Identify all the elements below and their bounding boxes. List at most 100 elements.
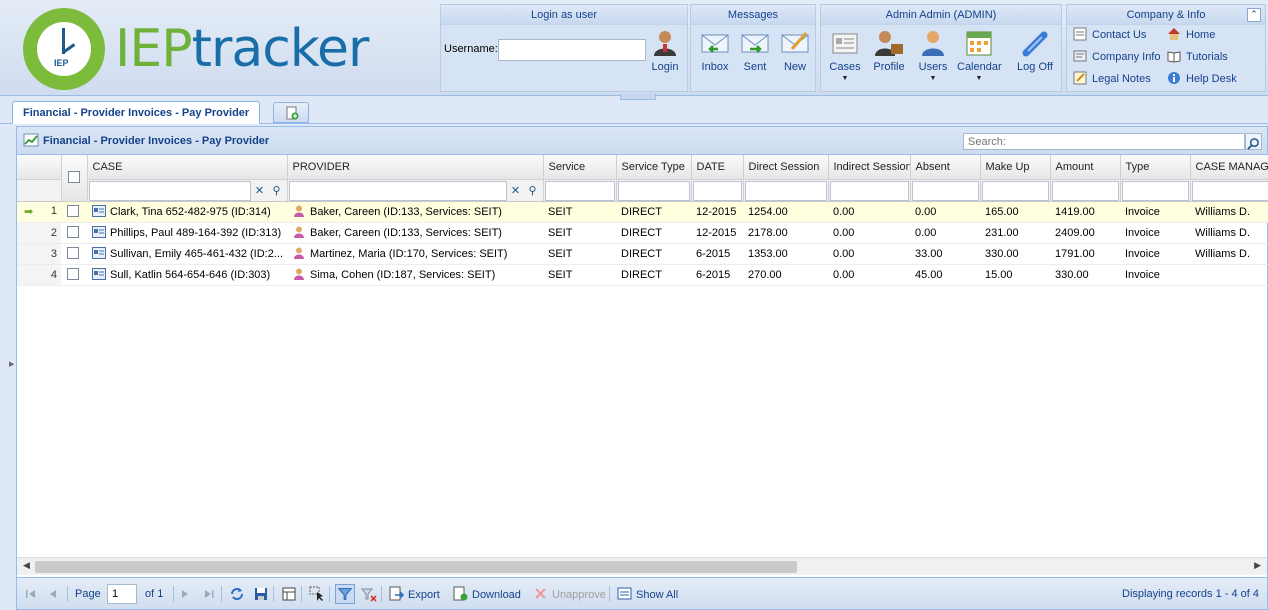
clear-filter-toolbar-icon[interactable] [361, 586, 377, 602]
select-all-header[interactable] [61, 155, 88, 202]
login-as-user-panel: Login as user Username: Login [440, 4, 688, 92]
grid-panel-header: Financial - Provider Invoices - Pay Prov… [17, 127, 1267, 155]
contact-us-link[interactable]: Contact Us [1073, 27, 1146, 43]
cases-menu-button[interactable]: Cases ▼ [823, 29, 867, 82]
home-link[interactable]: Home [1167, 27, 1215, 43]
next-page-icon[interactable] [177, 586, 193, 602]
horizontal-scrollbar[interactable]: ◀ ▶ [17, 557, 1267, 575]
case-cell[interactable]: Sull, Katlin 564-654-646 (ID:303) [87, 264, 287, 286]
grid-search-input[interactable] [963, 133, 1245, 150]
profile-button[interactable]: Profile [867, 29, 911, 73]
row-checkbox[interactable] [67, 247, 79, 259]
page-number-input[interactable] [107, 584, 137, 604]
company-info-panel: Company & Info ⌃ Contact Us Home Company… [1066, 4, 1266, 92]
make-up-filter-cell [980, 179, 1051, 202]
provider-cell[interactable]: Baker, Careen (ID:133, Services: SEIT) [287, 222, 543, 244]
login-button[interactable]: Login [643, 29, 687, 73]
username-input[interactable] [498, 39, 646, 61]
case-manager-filter-input[interactable] [1191, 180, 1268, 200]
row-checkbox[interactable] [67, 205, 79, 217]
unapprove-button[interactable]: Unapprove [533, 586, 606, 602]
previous-page-icon[interactable] [45, 586, 61, 602]
filter-search-icon[interactable]: ⚲ [525, 183, 541, 199]
direct-session-filter-input[interactable] [744, 180, 827, 200]
scroll-left-arrow-icon[interactable]: ◀ [23, 560, 30, 571]
column-header-provider[interactable]: PROVIDER [287, 155, 544, 180]
add-tab-button[interactable] [273, 102, 309, 123]
log-off-button[interactable]: Log Off [1013, 29, 1057, 73]
scrollbar-thumb[interactable] [35, 561, 797, 573]
date-filter-input[interactable] [692, 180, 742, 200]
export-button[interactable]: Export [389, 586, 440, 602]
provider-cell[interactable]: Sima, Cohen (ID:187, Services: SEIT) [287, 264, 543, 286]
tab-pay-provider[interactable]: Financial - Provider Invoices - Pay Prov… [12, 101, 261, 124]
case-cell[interactable]: Sullivan, Emily 465-461-432 (ID:2... [87, 243, 287, 265]
row-number: 3 [17, 243, 61, 265]
clear-filter-icon[interactable]: ✕ [508, 183, 524, 199]
unapprove-x-icon [535, 588, 546, 599]
column-header-absent[interactable]: Absent [910, 155, 981, 180]
calendar-menu-button[interactable]: Calendar ▼ [957, 29, 1002, 82]
filter-icon[interactable] [335, 584, 355, 604]
left-collapse-arrow-icon[interactable]: ▶ [9, 360, 15, 374]
company-info-link[interactable]: Company Info [1073, 49, 1160, 65]
provider-cell[interactable]: Baker, Careen (ID:133, Services: SEIT) [287, 201, 543, 223]
column-header-date[interactable]: DATE [691, 155, 744, 180]
row-select-cell[interactable] [61, 222, 87, 244]
show-all-button[interactable]: Show All [617, 586, 678, 602]
column-header-amount[interactable]: Amount [1050, 155, 1121, 180]
type-filter-input[interactable] [1121, 180, 1189, 200]
column-header-type[interactable]: Type [1120, 155, 1191, 180]
table-row[interactable]: ➡ 1 Clark, Tina 652-482-975 (ID:314) Bake… [17, 201, 1268, 223]
case-filter-input[interactable] [88, 180, 251, 200]
row-checkbox[interactable] [67, 268, 79, 280]
inbox-button[interactable]: Inbox [693, 29, 737, 73]
download-button[interactable]: Download [453, 586, 521, 602]
columns-icon[interactable] [281, 586, 297, 602]
absent-filter-input[interactable] [911, 180, 979, 200]
row-select-cell[interactable] [61, 201, 87, 223]
service-filter-input[interactable] [544, 180, 615, 200]
select-cursor-icon[interactable] [309, 586, 325, 602]
table-row[interactable]: 4 Sull, Katlin 564-654-646 (ID:303) Sima… [17, 264, 1268, 286]
column-header-direct-session[interactable]: Direct Session [743, 155, 829, 180]
select-all-checkbox[interactable] [68, 171, 80, 184]
column-header-make-up[interactable]: Make Up [980, 155, 1051, 180]
date-cell: 12-2015 [691, 222, 743, 244]
row-select-cell[interactable] [61, 243, 87, 265]
filter-search-icon[interactable]: ⚲ [269, 183, 285, 199]
legal-notes-link[interactable]: Legal Notes [1073, 71, 1151, 87]
column-header-service-type[interactable]: Service Type [616, 155, 692, 180]
refresh-icon[interactable] [229, 586, 245, 602]
grid-search-button[interactable] [1245, 133, 1262, 150]
service-type-filter-input[interactable] [617, 180, 690, 200]
table-row[interactable]: 3 Sullivan, Emily 465-461-432 (ID:2... M… [17, 243, 1268, 265]
tutorials-link[interactable]: Tutorials [1167, 49, 1228, 65]
indirect-session-filter-input[interactable] [829, 180, 909, 200]
row-checkbox[interactable] [67, 226, 79, 238]
sent-button[interactable]: Sent [733, 29, 777, 73]
scroll-right-arrow-icon[interactable]: ▶ [1254, 560, 1261, 571]
case-cell[interactable]: Phillips, Paul 489-164-392 (ID:313) [87, 222, 287, 244]
provider-cell[interactable]: Martinez, Maria (ID:170, Services: SEIT) [287, 243, 543, 265]
service-filter-cell [543, 179, 617, 202]
provider-filter-input[interactable] [288, 180, 507, 200]
column-header-service[interactable]: Service [543, 155, 617, 180]
collapse-header-button[interactable]: ⌃ [1247, 8, 1261, 22]
row-select-cell[interactable] [61, 264, 87, 286]
make-up-filter-input[interactable] [981, 180, 1049, 200]
help-desk-link[interactable]: Help Desk [1167, 71, 1237, 87]
case-cell[interactable]: Clark, Tina 652-482-975 (ID:314) [87, 201, 287, 223]
first-page-icon[interactable] [23, 586, 39, 602]
column-header-case[interactable]: CASE [87, 155, 288, 180]
table-row[interactable]: 2 Phillips, Paul 489-164-392 (ID:313) Ba… [17, 222, 1268, 244]
amount-cell: 2409.00 [1050, 222, 1120, 244]
amount-filter-input[interactable] [1051, 180, 1119, 200]
save-icon[interactable] [253, 586, 269, 602]
column-header-case-manager[interactable]: CASE MANAGER [1190, 155, 1268, 180]
column-header-indirect-session[interactable]: Indirect Session [828, 155, 911, 180]
new-message-button[interactable]: New [773, 29, 817, 73]
users-menu-button[interactable]: Users ▼ [911, 29, 955, 82]
last-page-icon[interactable] [201, 586, 217, 602]
clear-filter-icon[interactable]: ✕ [252, 183, 268, 199]
